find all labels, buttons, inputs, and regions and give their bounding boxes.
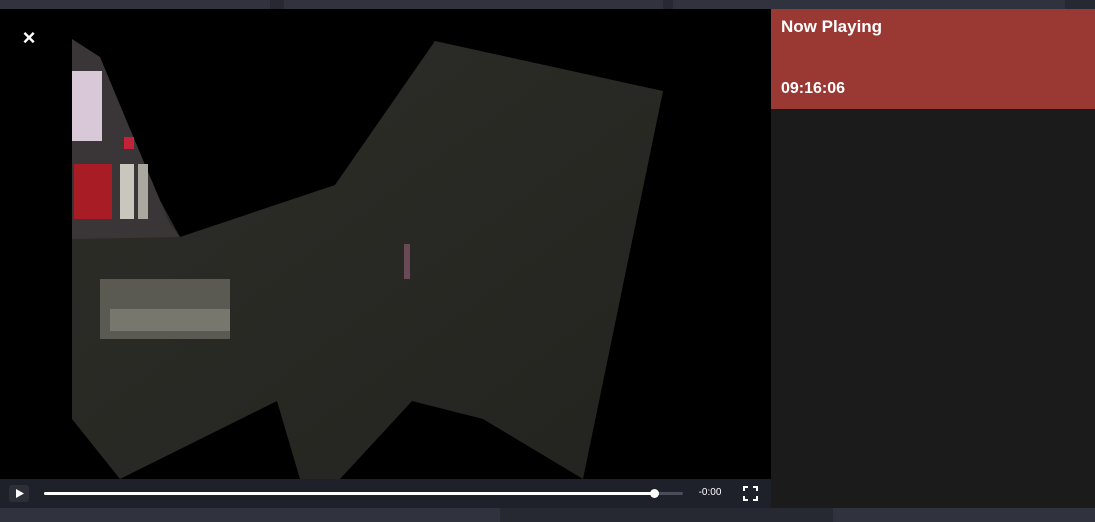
progress-fill <box>44 492 655 495</box>
player-controls: -0:00 <box>0 479 771 508</box>
background-divider <box>1065 0 1095 9</box>
fullscreen-button[interactable] <box>743 486 758 501</box>
fullscreen-icon <box>743 486 758 501</box>
background-divider <box>663 0 673 9</box>
progress-handle[interactable] <box>650 489 660 498</box>
play-button[interactable] <box>9 485 29 502</box>
background-page-top <box>0 0 1095 9</box>
now-playing-card[interactable]: Now Playing 09:16:06 <box>771 9 1095 109</box>
background-divider <box>500 508 833 522</box>
background-page-bottom <box>0 508 1095 522</box>
side-panel: Now Playing 09:16:06 <box>771 9 1095 508</box>
time-remaining: -0:00 <box>698 487 722 498</box>
play-icon <box>9 485 29 502</box>
close-button[interactable]: × <box>16 25 42 51</box>
background-divider <box>270 0 284 9</box>
now-playing-label: Now Playing <box>781 17 883 36</box>
progress-bar[interactable] <box>44 489 683 498</box>
close-icon: × <box>22 25 36 50</box>
now-playing-time: 09:16:06 <box>781 80 846 97</box>
video-player: × -0:00 <box>0 9 771 508</box>
video-frame[interactable] <box>0 9 771 479</box>
